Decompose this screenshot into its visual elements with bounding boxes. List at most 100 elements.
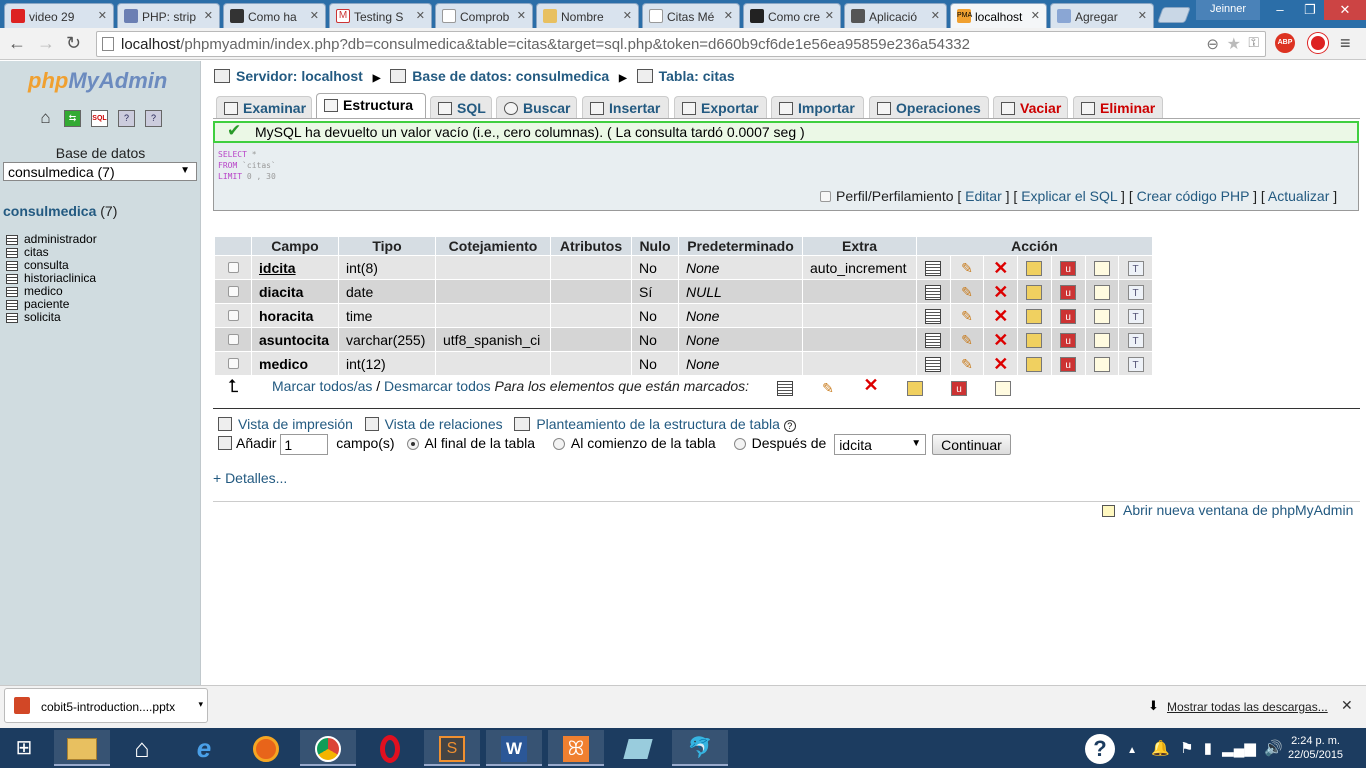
profiling-checkbox[interactable]	[820, 191, 831, 202]
browser-tab[interactable]: Como cre ✕	[743, 3, 841, 28]
tab-sql[interactable]: SQL	[430, 96, 492, 118]
pencil-icon[interactable]: ✎	[959, 356, 975, 372]
index-icon[interactable]	[1093, 332, 1110, 348]
propose-structure-link[interactable]: Planteamiento de la estructura de tabla	[536, 416, 780, 432]
tab-importar[interactable]: Importar	[771, 96, 864, 118]
unique-icon[interactable]: u	[1060, 260, 1077, 276]
tab-operaciones[interactable]: Operaciones	[869, 96, 989, 118]
reload-icon[interactable]: ↻	[66, 33, 81, 54]
file-explorer-icon[interactable]	[54, 730, 110, 766]
chrome-icon[interactable]	[300, 730, 356, 766]
bookmark-star-icon[interactable]: ★	[1227, 34, 1241, 54]
browser-tab[interactable]: PHP: strip ✕	[117, 3, 220, 28]
mysql-workbench-icon[interactable]: 🐬	[672, 730, 728, 766]
radio-at-end[interactable]	[406, 438, 419, 451]
row-checkbox[interactable]	[227, 333, 239, 345]
delete-icon[interactable]: ✕	[993, 259, 1009, 277]
flag-icon[interactable]: ⚑	[1180, 740, 1193, 757]
delete-icon[interactable]: ✕	[993, 307, 1009, 325]
download-item[interactable]: cobit5-introduction....pptx ▾	[4, 688, 208, 723]
phpmyadmin-logo[interactable]: phpMyAdmin	[28, 68, 167, 94]
field-name[interactable]: medico	[252, 352, 338, 375]
home-icon[interactable]: ⌂	[114, 730, 170, 766]
tab-exportar[interactable]: Exportar	[674, 96, 767, 118]
details-link[interactable]: + Detalles...	[213, 470, 287, 486]
clock[interactable]: 2:24 p. m. 22/05/2015	[1288, 734, 1343, 762]
help-icon[interactable]: ?	[783, 420, 796, 432]
delete-icon[interactable]: ✕	[863, 376, 879, 394]
primary-key-icon[interactable]	[1026, 260, 1043, 276]
sidebar-table-solicita[interactable]: solicita	[6, 310, 61, 324]
database-title[interactable]: consulmedica (7)	[3, 203, 117, 219]
browse-icon[interactable]	[777, 381, 793, 396]
signal-icon[interactable]: ▂▄▆	[1222, 740, 1256, 757]
unique-icon[interactable]: u	[1060, 284, 1077, 300]
browser-tab[interactable]: Nombre ✕	[536, 3, 639, 28]
stop-extension-icon[interactable]	[1308, 33, 1328, 53]
pencil-icon[interactable]: ✎	[959, 332, 975, 348]
row-checkbox[interactable]	[227, 285, 239, 297]
browser-tab[interactable]: Comprob ✕	[435, 3, 533, 28]
chevron-down-icon[interactable]: ▾	[198, 699, 203, 710]
new-window-link[interactable]: Abrir nueva ventana de phpMyAdmin	[1102, 502, 1353, 518]
radio-at-beginning[interactable]	[552, 438, 565, 451]
sidebar-table-citas[interactable]: citas	[6, 245, 49, 259]
adblock-icon[interactable]: ABP	[1275, 33, 1295, 53]
exit-icon[interactable]: ⇆	[64, 110, 81, 127]
app-icon[interactable]	[610, 730, 666, 766]
edit-sql-link[interactable]: Editar	[965, 188, 1002, 204]
pencil-icon[interactable]: ✎	[820, 381, 836, 396]
word-icon[interactable]: W	[486, 730, 542, 766]
menu-icon[interactable]: ≡	[1340, 33, 1351, 54]
key-icon[interactable]: ⚿	[1248, 34, 1259, 51]
row-checkbox[interactable]	[227, 309, 239, 321]
fulltext-icon[interactable]: T	[1127, 356, 1144, 372]
opera-icon[interactable]	[362, 730, 418, 766]
field-name[interactable]: asuntocita	[252, 328, 338, 351]
maximize-button[interactable]: ❐	[1296, 0, 1324, 20]
sidebar-table-paciente[interactable]: paciente	[6, 297, 69, 311]
start-button[interactable]: ⊞	[0, 730, 48, 766]
browser-tab[interactable]: M Testing S ✕	[329, 3, 432, 28]
delete-icon[interactable]: ✕	[993, 283, 1009, 301]
address-bar[interactable]: localhost/phpmyadmin/index.php?db=consul…	[96, 31, 1266, 57]
tab-vaciar[interactable]: Vaciar	[993, 96, 1068, 118]
unique-icon[interactable]: u	[1060, 356, 1077, 372]
sidebar-table-consulta[interactable]: consulta	[6, 258, 69, 272]
internet-explorer-icon[interactable]: e	[176, 730, 232, 766]
help-icon[interactable]: ?	[118, 110, 135, 127]
header-tipo[interactable]: Tipo	[339, 237, 435, 255]
pencil-icon[interactable]: ✎	[959, 284, 975, 300]
fulltext-icon[interactable]: T	[1127, 332, 1144, 348]
unique-icon[interactable]: u	[1060, 308, 1077, 324]
close-downloads-icon[interactable]: ✕	[1341, 697, 1353, 714]
tab-buscar[interactable]: Buscar	[496, 96, 577, 118]
browser-tab[interactable]: Agregar ✕	[1050, 3, 1154, 28]
primary-key-icon[interactable]	[1026, 308, 1043, 324]
sidebar-table-medico[interactable]: medico	[6, 284, 63, 298]
field-count-input[interactable]: 1	[280, 434, 329, 455]
delete-icon[interactable]: ✕	[993, 331, 1009, 349]
show-all-downloads-link[interactable]: Mostrar todas las descargas...	[1167, 700, 1328, 714]
database-select[interactable]: consulmedica (7) ▼	[3, 162, 197, 181]
index-icon[interactable]	[995, 381, 1011, 396]
primary-key-icon[interactable]	[1026, 332, 1043, 348]
row-checkbox[interactable]	[227, 261, 239, 273]
radio-after-column[interactable]	[733, 438, 746, 451]
forward-icon[interactable]: →	[37, 33, 55, 54]
new-tab-button[interactable]	[1157, 7, 1191, 23]
primary-key-icon[interactable]	[1026, 356, 1043, 372]
fulltext-icon[interactable]: T	[1127, 284, 1144, 300]
header-campo[interactable]: Campo	[252, 237, 338, 255]
index-icon[interactable]	[1093, 284, 1110, 300]
browse-icon[interactable]	[925, 260, 942, 276]
index-icon[interactable]	[1093, 308, 1110, 324]
sql-query-icon[interactable]: SQL	[91, 110, 108, 127]
tab-examinar[interactable]: Examinar	[216, 96, 312, 118]
breadcrumb-server[interactable]: Servidor: localhost	[236, 68, 363, 84]
index-icon[interactable]	[1093, 356, 1110, 372]
volume-icon[interactable]: 🔊	[1264, 740, 1283, 757]
tab-estructura[interactable]: Estructura	[316, 93, 426, 118]
tab-eliminar[interactable]: Eliminar	[1073, 96, 1163, 118]
pencil-icon[interactable]: ✎	[959, 260, 975, 276]
